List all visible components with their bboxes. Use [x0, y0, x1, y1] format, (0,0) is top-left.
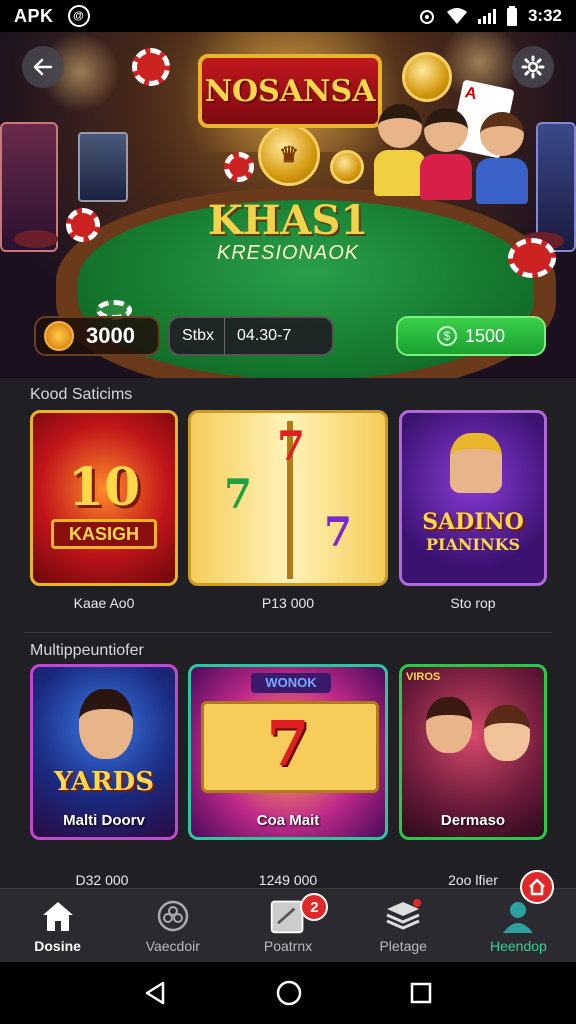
card-label: Malti Doorv — [63, 812, 145, 829]
hero-title: KHAS1 — [207, 197, 369, 244]
card-big-text: YARDS — [53, 767, 154, 797]
card-big-text: 7 — [266, 707, 310, 780]
section-title: Kood Saticims — [30, 386, 133, 403]
game-card[interactable]: VIROS Dermaso — [399, 664, 547, 840]
card-label: Dermaso — [440, 812, 506, 829]
bottom-navigation: Dosine Vaecdoir 2 Poatrnx Pletage Heendo… — [0, 888, 576, 962]
home-icon — [529, 878, 545, 896]
arrow-left-icon — [33, 58, 53, 76]
card-big-text: 10 — [67, 457, 141, 518]
section-title: Multippeuntiofer — [30, 642, 144, 659]
coin-balance[interactable]: 3000 — [34, 316, 160, 356]
card-caption: Sto rop — [450, 595, 496, 611]
nav-label: Dosine — [34, 937, 81, 954]
status-bar: APK @ 3:32 — [0, 0, 576, 32]
wifi-icon — [446, 8, 467, 24]
nav-label: Vaecdoir — [145, 937, 200, 954]
game-card[interactable]: YARDS Malti Doorv — [30, 664, 178, 840]
slot-machine-left-back — [78, 132, 128, 202]
quick-home-button[interactable] — [520, 870, 554, 904]
character — [476, 112, 528, 204]
back-button[interactable] — [22, 46, 64, 88]
coin-balance-value: 3000 — [86, 323, 135, 348]
nav-home[interactable]: Dosine — [0, 889, 115, 962]
stats-label: Stbx — [170, 318, 226, 354]
home-icon — [39, 898, 77, 934]
system-navigation-bar — [0, 962, 576, 1024]
dollar-icon: $ — [436, 326, 457, 346]
card-banner: KASIGH — [51, 519, 157, 549]
card-big-text: SADINO — [422, 509, 524, 535]
carrier-label: APK — [14, 5, 54, 26]
game-card[interactable]: WONOK 7 Coa Mait — [188, 664, 388, 840]
character — [484, 705, 530, 761]
coin-icon: ♛ — [258, 124, 320, 186]
stats-value: 04.30-7 — [237, 327, 292, 344]
nav-video[interactable]: Vaecdoir — [115, 889, 230, 962]
notification-icon: @ — [67, 5, 90, 27]
chip-icon — [224, 152, 254, 182]
game-card[interactable]: 10 KASIGH — [30, 410, 178, 586]
nav-label: Poatrnx — [263, 937, 313, 954]
character — [420, 108, 472, 200]
hero-subtitle: KRESIONAOK — [216, 242, 360, 264]
alarm-icon — [419, 10, 434, 24]
signal-icon — [477, 8, 496, 24]
stats-pill[interactable]: Stbx 04.30-7 — [168, 316, 334, 356]
nav-profile[interactable]: Heendop — [461, 889, 576, 962]
game-card[interactable]: SADINO PIANINKS — [399, 410, 547, 586]
card-caption: Kaae Ao0 — [73, 595, 135, 611]
back-triangle-icon[interactable] — [143, 980, 169, 1006]
card-label: Coa Mait — [256, 812, 320, 829]
game-logo: NOSANSA — [198, 54, 382, 128]
card-big-text: 7 — [324, 509, 352, 556]
club-icon — [154, 898, 192, 934]
card-big-text: 7 — [277, 423, 305, 470]
character — [426, 697, 472, 753]
character — [374, 104, 426, 196]
card-top-label: VIROS — [406, 671, 441, 683]
nav-patterns[interactable]: 2 Poatrnx — [230, 889, 345, 962]
recents-square-icon[interactable] — [409, 981, 433, 1005]
chip-icon — [132, 48, 170, 86]
hero-banner: ♛ NOSANSA A KHAS1 KRESIONAOK 3000 Stbx 0… — [0, 32, 576, 378]
card-caption: P13 000 — [261, 595, 315, 611]
card-caption: 1249 000 — [258, 872, 318, 888]
game-card[interactable]: 7 7 7 — [188, 410, 388, 586]
layers-icon — [384, 898, 422, 934]
character — [450, 433, 502, 493]
card-top-label: WONOK — [251, 673, 331, 693]
settings-button[interactable] — [512, 46, 554, 88]
coin-icon — [330, 150, 364, 184]
notification-badge: 2 — [300, 893, 329, 921]
nav-label: Pletage — [379, 937, 427, 954]
divider — [24, 632, 552, 633]
nav-pledge[interactable]: Pletage — [346, 889, 461, 962]
card-caption: D32 000 — [75, 872, 129, 888]
gear-icon — [521, 55, 545, 79]
cash-button[interactable]: $ 1500 — [396, 316, 546, 356]
cash-value: 1500 — [464, 325, 506, 346]
clock: 3:32 — [527, 6, 562, 25]
card-banner: PIANINKS — [425, 535, 521, 554]
battery-icon — [506, 6, 517, 26]
nav-label: Heendop — [490, 937, 547, 954]
coin-icon — [402, 52, 452, 102]
coin-icon — [44, 321, 74, 351]
home-circle-icon[interactable] — [275, 979, 303, 1007]
character — [79, 689, 133, 759]
